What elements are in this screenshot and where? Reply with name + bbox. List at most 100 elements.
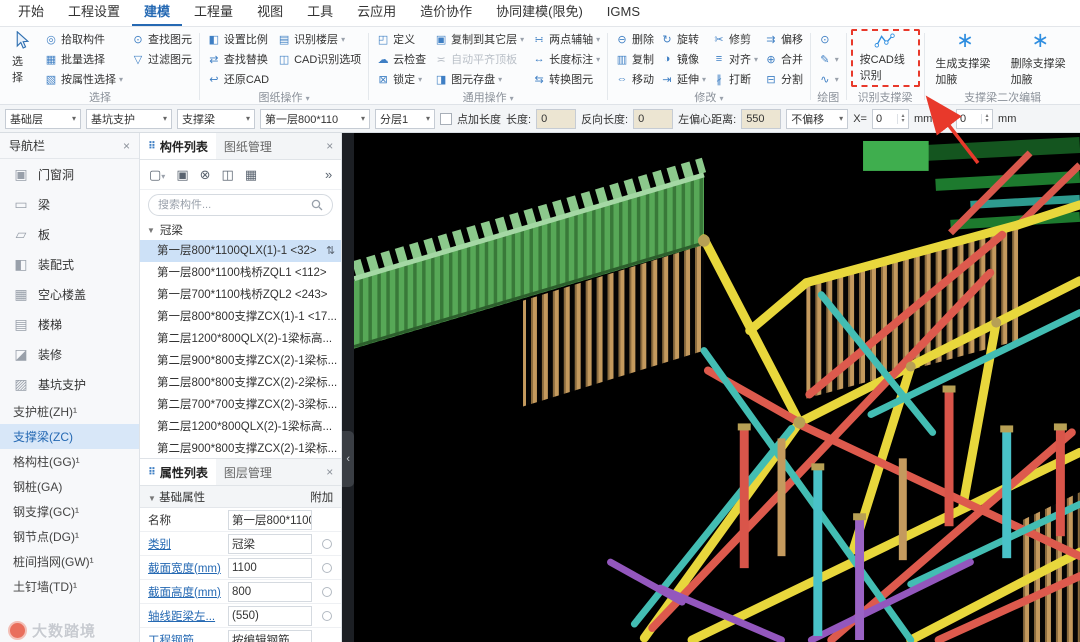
name-field[interactable]: 第一层800*1100Q... (228, 509, 312, 530)
y-input[interactable]: 0 ▴ ▾ (956, 108, 994, 129)
tab-layer-manage[interactable]: 图层管理 (216, 459, 280, 485)
menu-tab-quantity[interactable]: 工程量 (182, 0, 245, 26)
nav-module-door-window[interactable]: 门窗洞 (0, 159, 139, 189)
section-width-field[interactable]: 1100 (228, 557, 312, 578)
align-button[interactable]: 对齐 (709, 49, 761, 69)
menu-tab-start[interactable]: 开始 (6, 0, 56, 26)
delete-haunch-button[interactable]: 删除支撑梁加腋 (1004, 29, 1077, 87)
tab-component-list[interactable]: 构件列表 (140, 133, 216, 159)
attach-radio[interactable] (321, 562, 332, 573)
copy-to-other-layer-button[interactable]: 复制到其它层 (431, 29, 527, 49)
nav-module-slab[interactable]: 板 (0, 219, 139, 249)
cad-recognize-options-button[interactable]: CAD识别选项 (274, 49, 364, 69)
draw-check-button[interactable] (815, 29, 842, 49)
merge-button[interactable]: 合并 (761, 49, 806, 69)
copy-button[interactable]: 复制 (612, 49, 657, 69)
filter-element-button[interactable]: 过滤图元 (128, 49, 195, 69)
collapse-panel-button[interactable] (342, 431, 355, 487)
tree-item[interactable]: 第二层800*800支撑ZCX(2)-2梁标... (140, 372, 341, 394)
tree-item[interactable]: 第一层800*800支撑ZCX(1)-1 <17... (140, 306, 341, 328)
convert-element-button[interactable]: 转换图元 (529, 69, 603, 89)
search-box[interactable] (148, 194, 334, 216)
tree-item[interactable]: 第二层900*800支撑ZCX(2)-1梁标... (140, 438, 341, 458)
recognize-floors-button[interactable]: 识别楼层 (274, 29, 364, 49)
tree-item[interactable]: 第二层1200*800QLX(2)-1梁标高... (140, 416, 341, 438)
select-by-attribute-button[interactable]: 按属性选择 (41, 69, 126, 89)
close-icon[interactable] (318, 139, 341, 153)
nav-item-lattice-column[interactable]: 格构柱(GG)¹ (0, 449, 139, 474)
generate-haunch-button[interactable]: 生成支撑梁加腋 (928, 29, 1001, 87)
save-element-button[interactable]: 图元存盘 (431, 69, 527, 89)
menu-tab-project-settings[interactable]: 工程设置 (56, 0, 132, 26)
mirror-button[interactable]: 镜像 (657, 49, 709, 69)
length-annotation-button[interactable]: 长度标注 (529, 49, 603, 69)
attach-radio[interactable] (321, 586, 332, 597)
tab-property-list[interactable]: 属性列表 (140, 459, 216, 485)
menu-tab-cost-collab[interactable]: 造价协作 (408, 0, 484, 26)
lock-button[interactable]: 锁定 (373, 69, 429, 89)
move-button[interactable]: 移动 (612, 69, 657, 89)
module-select[interactable]: 基坑支护 (86, 108, 172, 129)
offset-mode-select[interactable]: 不偏移 (786, 108, 849, 129)
close-icon[interactable] (123, 139, 130, 153)
left-offset-input[interactable]: 550 (741, 108, 782, 129)
nav-item-steel-support[interactable]: 钢支撑(GC)¹ (0, 499, 139, 524)
tree-item[interactable]: 第二层700*700支撑ZCX(2)-3梁标... (140, 394, 341, 416)
tree-item[interactable]: 第二层900*800支撑ZCX(2)-1梁标... (140, 350, 341, 372)
restore-cad-button[interactable]: 还原CAD (204, 69, 272, 89)
layer-copy-button[interactable] (222, 167, 234, 183)
nav-module-pit-support[interactable]: 基坑支护 (0, 369, 139, 399)
new-component-button[interactable] (149, 167, 165, 183)
trim-button[interactable]: 修剪 (709, 29, 761, 49)
find-replace-button[interactable]: 查找替换 (204, 49, 272, 69)
attach-radio[interactable] (321, 610, 332, 621)
reverse-length-input[interactable]: 0 (633, 108, 674, 129)
recognize-by-cad-line-button[interactable]: 按CAD线识别 (850, 29, 920, 87)
nav-module-stairs[interactable]: 楼梯 (0, 309, 139, 339)
rebar-field[interactable]: 按编辑钢筋 (228, 629, 312, 642)
spinner-icon[interactable]: ▴ ▾ (981, 113, 992, 124)
tree-item[interactable]: 第二层1200*800QLX(2)-1梁标高... (140, 328, 341, 350)
delete-button[interactable]: 删除 (612, 29, 657, 49)
nav-module-hollow-slab[interactable]: 空心楼盖 (0, 279, 139, 309)
select-button[interactable]: 选择 (5, 29, 39, 87)
extend-button[interactable]: 延伸 (657, 69, 709, 89)
attach-radio[interactable] (321, 538, 332, 549)
draw-curve-button[interactable] (815, 69, 842, 89)
nav-item-soil-nail-wall[interactable]: 土钉墙(TD)¹ (0, 574, 139, 599)
copy-component-button[interactable] (176, 167, 188, 183)
type-select[interactable]: 支撑梁 (177, 108, 255, 129)
tab-sheet-manage[interactable]: 图纸管理 (216, 133, 280, 159)
component-select[interactable]: 第一层800*110 (260, 108, 370, 129)
batch-edit-button[interactable] (245, 167, 257, 183)
sort-icon[interactable] (326, 240, 337, 262)
tree-item[interactable]: 第一层700*1100栈桥ZQL2 <243> (140, 284, 341, 306)
spinner-icon[interactable]: ▴ ▾ (896, 113, 908, 124)
point-add-length-checkbox[interactable] (440, 112, 452, 125)
x-input[interactable]: 0 ▴ ▾ (871, 108, 909, 129)
offset-button[interactable]: 偏移 (761, 29, 806, 49)
close-icon[interactable] (318, 465, 341, 479)
menu-tab-co-modeling[interactable]: 协同建模(限免) (484, 0, 595, 26)
nav-item-support-pile[interactable]: 支护桩(ZH)¹ (0, 399, 139, 424)
menu-tab-tools[interactable]: 工具 (295, 0, 345, 26)
rotate-button[interactable]: 旋转 (657, 29, 709, 49)
nav-item-steel-pile[interactable]: 钢桩(GA) (0, 474, 139, 499)
dark-green-beams[interactable] (863, 137, 1080, 241)
search-input[interactable] (158, 199, 308, 211)
nav-item-support-beam[interactable]: 支撑梁(ZC) (0, 424, 139, 449)
find-element-button[interactable]: 查找图元 (128, 29, 195, 49)
batch-select-button[interactable]: 批量选择 (41, 49, 126, 69)
nav-item-pile-mesh[interactable]: 桩间挡网(GW)¹ (0, 549, 139, 574)
cloud-check-button[interactable]: 云检查 (373, 49, 429, 69)
delete-component-button[interactable] (200, 167, 211, 183)
nav-module-decoration[interactable]: 装修 (0, 339, 139, 369)
viewport-3d[interactable] (354, 133, 1080, 642)
more-button[interactable] (325, 167, 332, 182)
pick-component-button[interactable]: 拾取构件 (41, 29, 126, 49)
section-height-field[interactable]: 800 (228, 581, 312, 602)
tree-group-crown-beam[interactable]: 冠梁 (140, 220, 341, 240)
tree-item[interactable]: 第一层800*1100栈桥ZQL1 <112> (140, 262, 341, 284)
length-input[interactable]: 0 (536, 108, 577, 129)
nav-module-prefab[interactable]: 装配式 (0, 249, 139, 279)
